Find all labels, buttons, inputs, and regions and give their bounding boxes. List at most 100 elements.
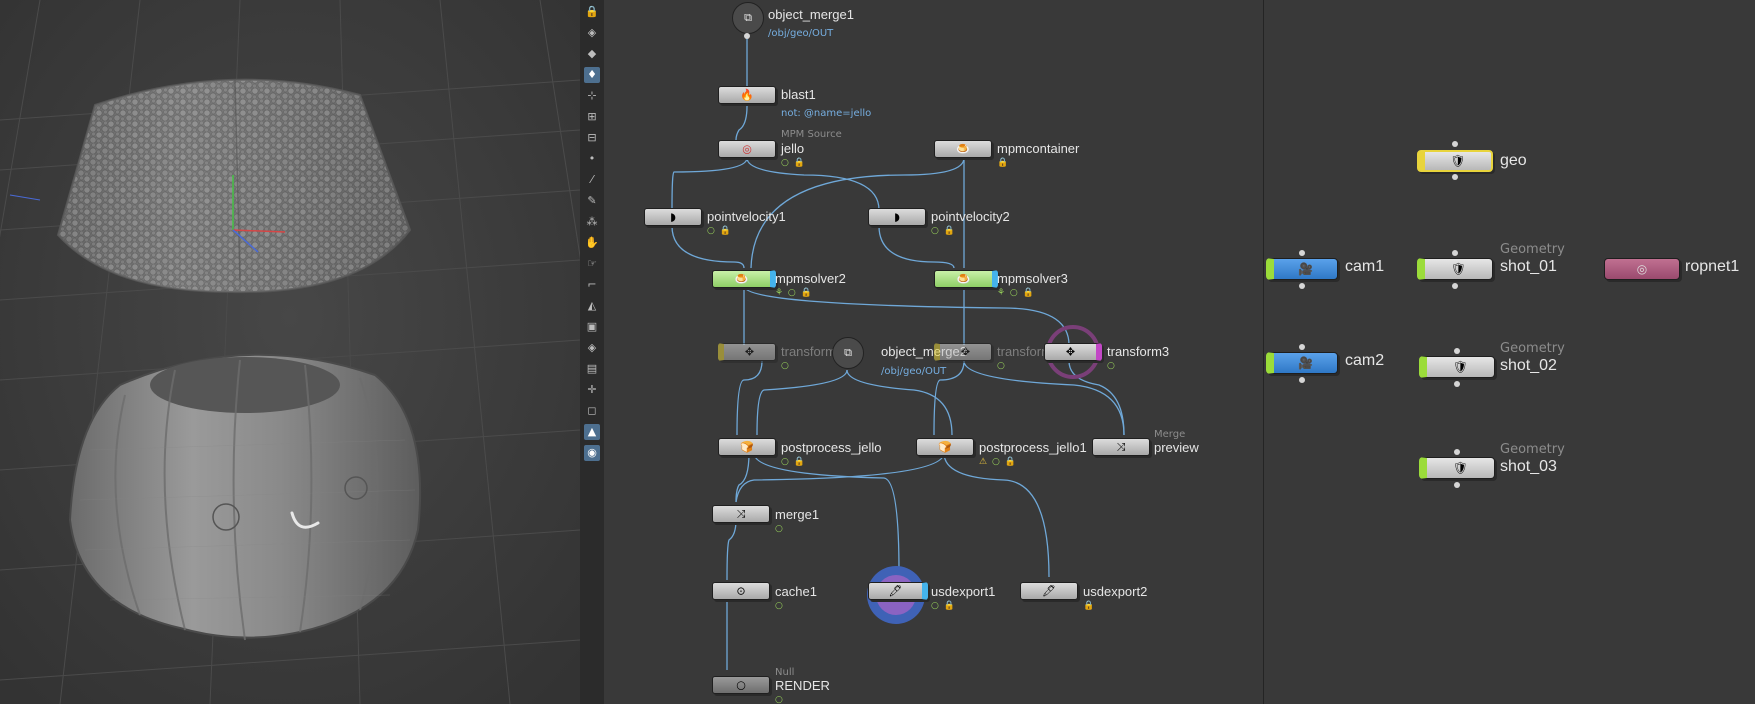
node-label: geo bbox=[1500, 152, 1527, 169]
ropnet1-node[interactable]: ◎ bbox=[1604, 258, 1680, 280]
scene-viewport[interactable] bbox=[0, 0, 580, 704]
transform3-node[interactable]: ✥ bbox=[1044, 343, 1102, 361]
postprocess-jello-node[interactable]: 🍞 bbox=[718, 438, 776, 456]
shot-02-node[interactable]: 🛡 bbox=[1419, 356, 1495, 378]
usdexport1-node[interactable]: 🖊 bbox=[868, 582, 928, 600]
pointvelocity2-node[interactable]: ◗ bbox=[868, 208, 926, 226]
node-label: cam2 bbox=[1345, 352, 1385, 369]
node-path: /obj/geo/OUT bbox=[768, 28, 834, 39]
output-connector[interactable] bbox=[744, 33, 750, 39]
merge1-node[interactable]: ⤨ bbox=[712, 505, 770, 523]
node-type: Merge bbox=[1154, 429, 1186, 440]
pen-icon[interactable]: ✎ bbox=[584, 193, 600, 209]
postprocess-jello1-node[interactable]: 🍞 bbox=[916, 438, 974, 456]
subnet-icon: 🍞 bbox=[740, 440, 754, 454]
mpmsolver2-node[interactable]: 🍮 bbox=[712, 270, 776, 288]
merge-icon: ⤨ bbox=[1116, 440, 1126, 454]
camera-icon: 🎥 bbox=[1298, 262, 1313, 276]
brush-icon[interactable]: ⁂ bbox=[584, 214, 600, 230]
geometry-icon: 🛡 bbox=[1450, 154, 1466, 168]
object-merge1-node[interactable]: ⧉ bbox=[732, 2, 764, 34]
output-connector[interactable] bbox=[1454, 482, 1460, 488]
landscape-icon[interactable]: ▲ bbox=[584, 424, 600, 440]
input-connector[interactable] bbox=[1452, 250, 1458, 256]
edge-icon[interactable]: ⁄ bbox=[584, 172, 600, 188]
geo-node[interactable]: 🛡 bbox=[1417, 150, 1493, 172]
transform-icon: ✥ bbox=[1065, 345, 1076, 359]
pin-icon[interactable]: ◈ bbox=[584, 25, 600, 41]
node-flags: 🔒 bbox=[997, 158, 1010, 168]
input-connector[interactable] bbox=[1452, 141, 1458, 147]
jello-node[interactable]: ◎ bbox=[718, 140, 776, 158]
frame-icon[interactable]: ◻ bbox=[584, 403, 600, 419]
blast1-node[interactable]: 🔥 bbox=[718, 86, 776, 104]
lock-icon[interactable]: 🔒 bbox=[584, 4, 600, 20]
node-flags: ○ bbox=[775, 695, 784, 704]
object-merge2-node[interactable]: ⧉ bbox=[832, 337, 864, 369]
preview-merge-node[interactable]: ⤨ bbox=[1092, 438, 1150, 456]
output-connector[interactable] bbox=[1299, 283, 1305, 289]
node-label: RENDER bbox=[775, 678, 830, 693]
cam1-node[interactable]: 🎥 bbox=[1266, 258, 1338, 280]
node-flags: ○ bbox=[1107, 361, 1116, 371]
vr-icon[interactable]: ▤ bbox=[584, 361, 600, 377]
shot-03-node[interactable]: 🛡 bbox=[1419, 457, 1495, 479]
mpmcontainer-node[interactable]: 🍮 bbox=[934, 140, 992, 158]
node-label: shot_02 bbox=[1500, 357, 1557, 374]
solver-icon: 🍮 bbox=[734, 272, 749, 286]
ghost-icon[interactable]: ◆ bbox=[584, 46, 600, 62]
node-label: object_merge1 bbox=[768, 7, 854, 22]
light-icon[interactable]: ♦ bbox=[584, 67, 600, 83]
node-label: postprocess_jello1 bbox=[979, 440, 1087, 455]
node-label: mpmsolver3 bbox=[997, 271, 1068, 286]
transform1-node[interactable]: ✥ bbox=[718, 343, 776, 361]
node-flags: ○ 🔒 bbox=[931, 226, 956, 236]
tint-icon[interactable]: ◭ bbox=[584, 298, 600, 314]
input-connector[interactable] bbox=[1299, 250, 1305, 256]
node-flags: ⚠ ○ 🔒 bbox=[979, 457, 1017, 467]
output-connector[interactable] bbox=[1454, 381, 1460, 387]
output-connector[interactable] bbox=[1452, 283, 1458, 289]
snap-icon[interactable]: ⊹ bbox=[584, 88, 600, 104]
corner-icon[interactable]: ⌐ bbox=[584, 277, 600, 293]
velocity-icon: ◗ bbox=[670, 210, 676, 224]
cam2-node[interactable]: 🎥 bbox=[1266, 352, 1338, 374]
null-icon: ○ bbox=[736, 678, 746, 692]
layers-icon[interactable]: ◈ bbox=[584, 340, 600, 356]
shot-01-node[interactable]: 🛡 bbox=[1417, 258, 1493, 280]
sculpt-icon[interactable]: ✋ bbox=[584, 235, 600, 251]
output-connector[interactable] bbox=[1452, 174, 1458, 180]
grab-icon[interactable]: ☞ bbox=[584, 256, 600, 272]
transform-icon: ✥ bbox=[960, 345, 971, 359]
mpmsolver3-node[interactable]: 🍮 bbox=[934, 270, 998, 288]
node-type: MPM Source bbox=[781, 129, 842, 140]
render-null-node[interactable]: ○ bbox=[712, 676, 770, 694]
node-flags: ○ 🔒 bbox=[781, 457, 806, 467]
point-icon[interactable]: • bbox=[584, 151, 600, 167]
snap-multi-icon[interactable]: ⊟ bbox=[584, 130, 600, 146]
node-label: transform3 bbox=[1107, 344, 1170, 359]
output-connector[interactable] bbox=[1299, 377, 1305, 383]
obj-network-editor[interactable]: 🛡 geo 🎥 cam1 Geometry 🛡 shot_01 ◎ ropnet… bbox=[1264, 0, 1755, 704]
pointvelocity1-node[interactable]: ◗ bbox=[644, 208, 702, 226]
camera-icon: 🎥 bbox=[1298, 356, 1313, 370]
node-label: postprocess_jello bbox=[781, 440, 882, 455]
input-connector[interactable] bbox=[1454, 449, 1460, 455]
cache1-node[interactable]: ⊙ bbox=[712, 582, 770, 600]
checker-icon[interactable]: ▣ bbox=[584, 319, 600, 335]
snap-grid-icon[interactable]: ⊞ bbox=[584, 109, 600, 125]
transform2-node[interactable]: ✥ bbox=[934, 343, 992, 361]
input-connector[interactable] bbox=[1454, 348, 1460, 354]
container-icon: 🍮 bbox=[956, 142, 970, 156]
geometry-icon: 🛡 bbox=[1450, 262, 1467, 276]
usdexport2-node[interactable]: 🖊 bbox=[1020, 582, 1078, 600]
solver-icon: 🍮 bbox=[956, 272, 971, 286]
input-connector[interactable] bbox=[1299, 344, 1305, 350]
viewport-canvas bbox=[0, 0, 580, 704]
node-label: merge1 bbox=[775, 507, 820, 522]
node-flags: ○ 🔒 bbox=[931, 601, 956, 611]
axis-icon[interactable]: ✛ bbox=[584, 382, 600, 398]
transform-icon: ✥ bbox=[744, 345, 755, 359]
bulb-icon[interactable]: ◉ bbox=[584, 445, 600, 461]
sop-network-editor[interactable]: ⧉ object_merge1 /obj/geo/OUT 🔥 blast1 no… bbox=[604, 0, 1264, 704]
